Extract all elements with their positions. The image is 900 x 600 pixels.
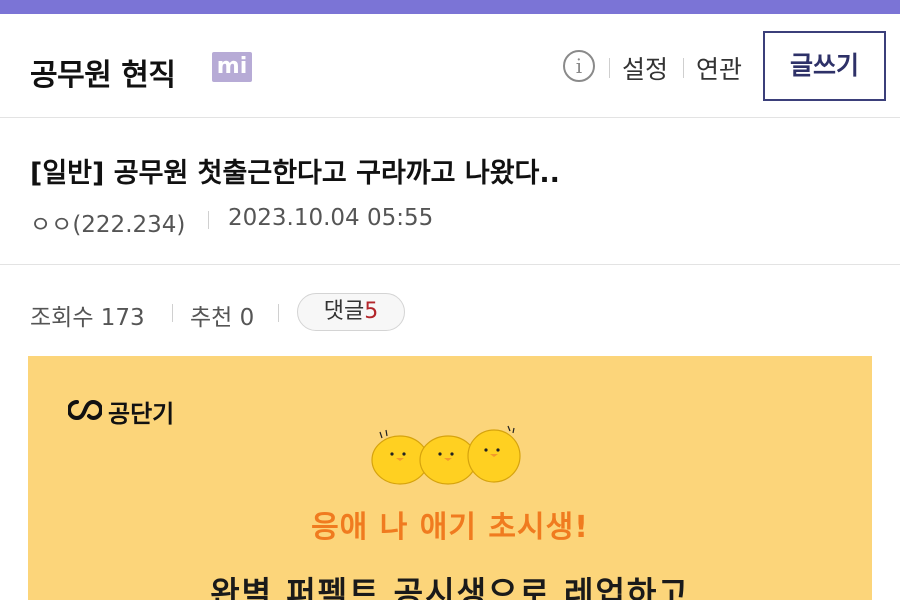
brand-name: 공단기 (108, 400, 175, 428)
top-accent-bar (0, 0, 900, 14)
infinity-logo-icon (68, 399, 102, 421)
ad-subline: 완벽 퍼펙트 공시생으로 레업하고 (210, 574, 690, 600)
gallery-title[interactable]: 공무원 현직 (30, 50, 176, 94)
ad-banner[interactable]: 공단기 응애 나 애기 초시생! 완벽 퍼펙트 공시생으로 레업하고 (28, 356, 872, 600)
post-title: [일반] 공무원 첫출근한다고 구라까고 나왔다.. (30, 158, 560, 189)
comments-button[interactable]: 댓글5 (297, 293, 405, 331)
post-stats: 조회수 173 추천 0 댓글5 (0, 266, 900, 356)
stats-divider (172, 304, 173, 322)
recommend-count: 추천 0 (190, 305, 255, 331)
post-header: [일반] 공무원 첫출근한다고 구라까고 나왔다.. ㅇㅇ(222.234) 2… (0, 119, 900, 265)
chicks-illustration-icon (371, 425, 521, 485)
comments-label: 댓글 (323, 299, 365, 324)
gallery-header: 공무원 현직 mi i 설정 연관 글쓰기 (0, 14, 900, 118)
write-post-button[interactable]: 글쓰기 (763, 31, 886, 101)
header-divider (609, 58, 610, 78)
related-link[interactable]: 연관 (696, 50, 742, 86)
settings-link[interactable]: 설정 (622, 50, 668, 86)
info-icon[interactable]: i (563, 50, 595, 82)
meta-divider (208, 211, 209, 229)
ad-headline: 응애 나 애기 초시생! (311, 510, 589, 545)
comments-count: 5 (364, 299, 379, 324)
view-count: 조회수 173 (30, 305, 145, 331)
header-divider (683, 58, 684, 78)
post-date: 2023.10.04 05:55 (228, 205, 434, 231)
post-author[interactable]: ㅇㅇ(222.234) (30, 205, 185, 239)
stats-divider (278, 304, 279, 322)
minor-gallery-badge: mi (212, 52, 252, 82)
